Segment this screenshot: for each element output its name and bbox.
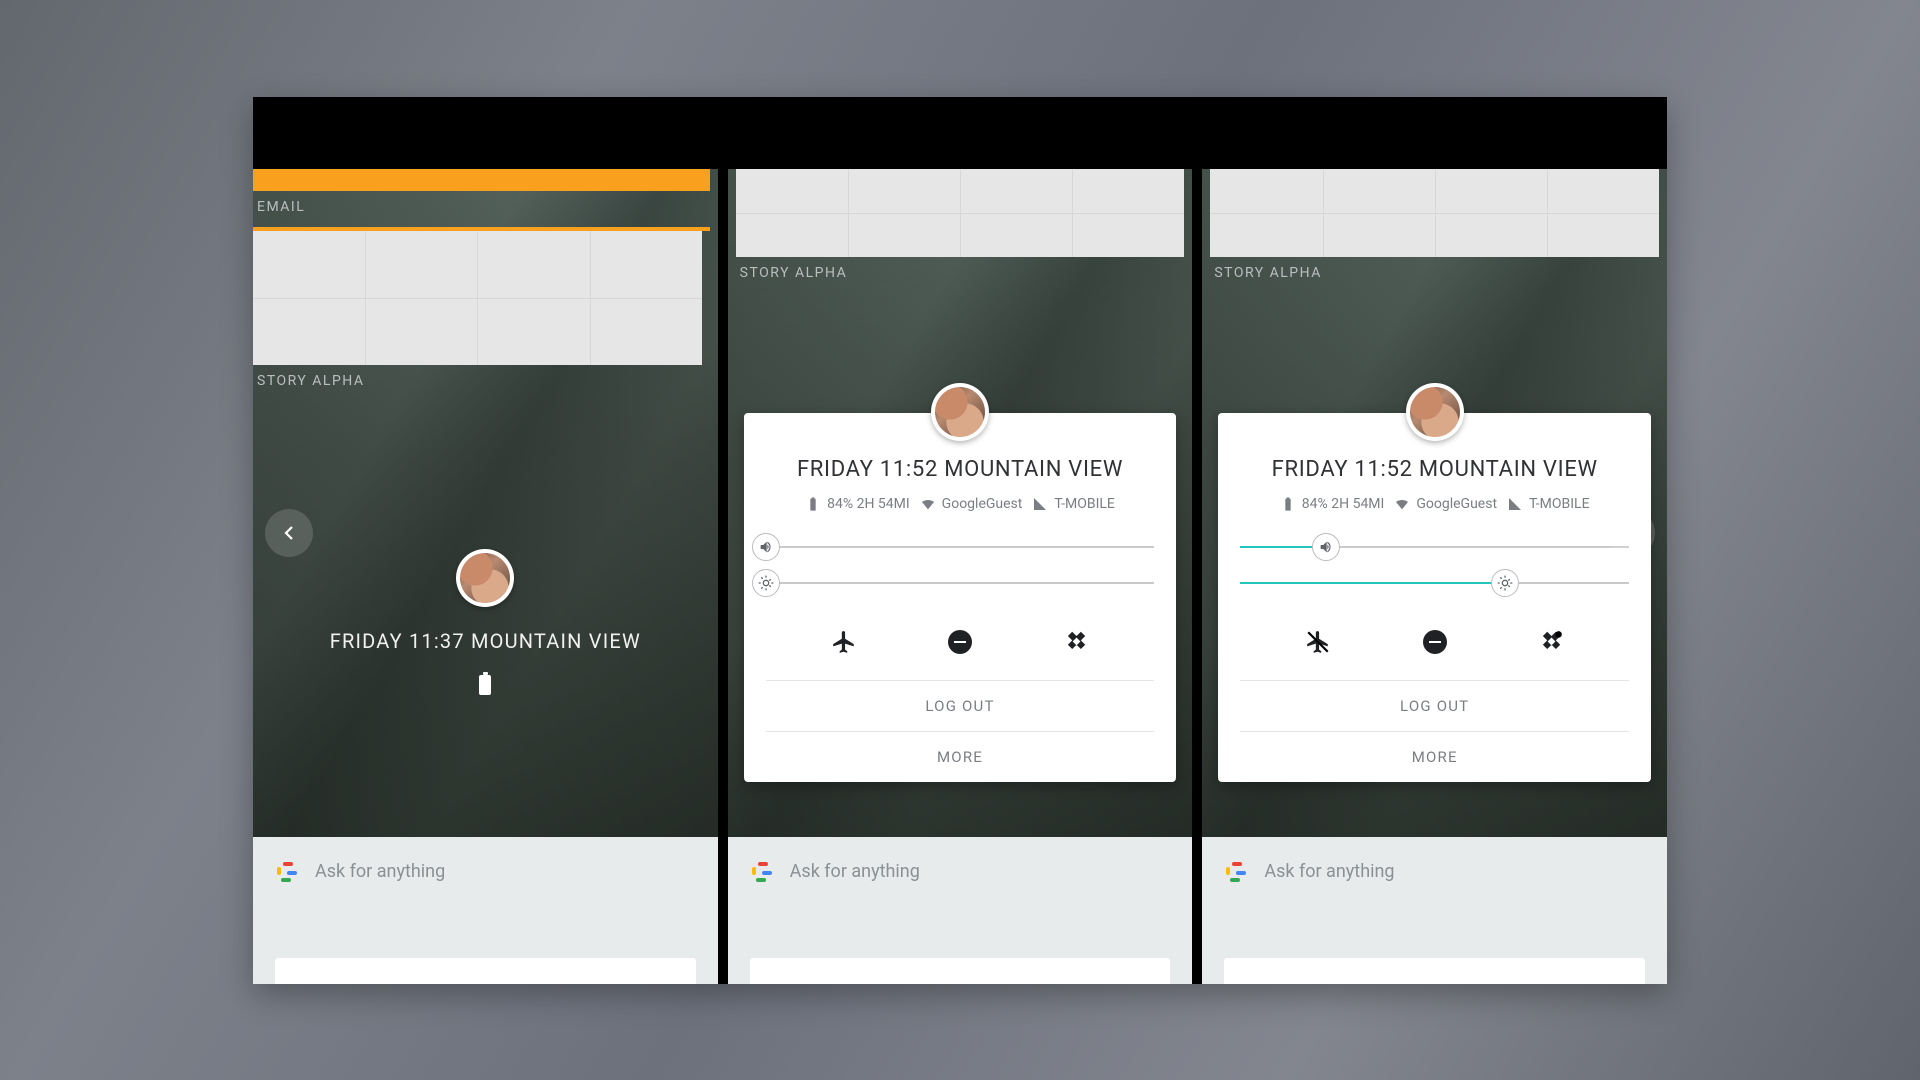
- avatar[interactable]: [456, 549, 514, 607]
- quick-settings-card: FRIDAY 11:52 MOUNTAIN VIEW 84% 2H 54MI G…: [1218, 413, 1651, 782]
- card-peek[interactable]: [750, 958, 1171, 984]
- datetime-location: FRIDAY 11:37 MOUNTAIN VIEW: [330, 629, 641, 653]
- more-button[interactable]: MORE: [1240, 731, 1629, 782]
- wifi-icon: [920, 496, 936, 512]
- volume-track: [1240, 546, 1629, 548]
- rotate-icon: [1063, 629, 1089, 655]
- rotate-lock-icon: [1538, 629, 1564, 655]
- search-footer: Ask for anything: [253, 837, 718, 984]
- brightness-track: [1240, 582, 1629, 584]
- battery-status[interactable]: 84% 2H 54MI: [1280, 496, 1385, 512]
- story-alpha-widget[interactable]: [736, 169, 1185, 257]
- volume-icon: [758, 539, 774, 555]
- panel-middle: STORY ALPHA FRIDAY 11:52 MOUNTAIN VIEW 8…: [728, 169, 1193, 984]
- email-widget-label: EMAIL: [253, 191, 718, 227]
- google-logo-icon: [750, 861, 772, 883]
- wifi-status[interactable]: GoogleGuest: [1394, 496, 1497, 512]
- search-bar[interactable]: Ask for anything: [1224, 861, 1645, 883]
- rotation-toggle[interactable]: [1056, 622, 1096, 662]
- brightness-icon: [758, 575, 774, 591]
- brightness-thumb[interactable]: [752, 569, 780, 597]
- center-status: FRIDAY 11:37 MOUNTAIN VIEW: [253, 549, 718, 695]
- quick-settings-card: FRIDAY 11:52 MOUNTAIN VIEW 84% 2H 54MI G…: [744, 413, 1177, 782]
- brightness-slider[interactable]: [1240, 568, 1629, 598]
- brightness-track: [766, 582, 1155, 584]
- mockup-board: EMAIL STORY ALPHA FRIDAY 11:37 MOUNTAIN …: [253, 97, 1667, 984]
- datetime-location: FRIDAY 11:52 MOUNTAIN VIEW: [766, 457, 1155, 482]
- google-logo-icon: [275, 861, 297, 883]
- google-logo-icon: [1224, 861, 1246, 883]
- panels-row: EMAIL STORY ALPHA FRIDAY 11:37 MOUNTAIN …: [253, 169, 1667, 984]
- volume-thumb[interactable]: [752, 533, 780, 561]
- search-placeholder: Ask for anything: [790, 861, 920, 882]
- email-widget-strip[interactable]: [253, 169, 710, 191]
- search-bar[interactable]: Ask for anything: [275, 861, 696, 883]
- airplane-off-icon: [1305, 629, 1331, 655]
- logout-button[interactable]: LOG OUT: [766, 680, 1155, 731]
- logout-button[interactable]: LOG OUT: [1240, 680, 1629, 731]
- dnd-toggle[interactable]: [1415, 622, 1455, 662]
- status-row: 84% 2H 54MI GoogleGuest T-MOBILE: [766, 496, 1155, 512]
- volume-thumb[interactable]: [1312, 533, 1340, 561]
- volume-slider[interactable]: [766, 532, 1155, 562]
- chevron-left-icon: [277, 521, 301, 545]
- search-footer: Ask for anything: [1202, 837, 1667, 984]
- battery-icon: [805, 496, 821, 512]
- volume-track: [766, 546, 1155, 548]
- widget-area: STORY ALPHA: [728, 169, 1193, 293]
- story-alpha-widget-label: STORY ALPHA: [253, 365, 718, 401]
- next-arrow-button[interactable]: [1607, 509, 1655, 557]
- story-alpha-widget[interactable]: [253, 227, 710, 365]
- volume-icon: [1318, 539, 1334, 555]
- search-footer: Ask for anything: [728, 837, 1193, 984]
- dnd-icon: [948, 630, 972, 654]
- battery-icon: [479, 675, 491, 695]
- story-alpha-widget-label: STORY ALPHA: [728, 257, 1193, 293]
- more-button[interactable]: MORE: [766, 731, 1155, 782]
- top-black-bar: [253, 97, 1667, 169]
- brightness-slider[interactable]: [766, 568, 1155, 598]
- dnd-toggle[interactable]: [940, 622, 980, 662]
- avatar[interactable]: [931, 383, 989, 441]
- widget-area: STORY ALPHA: [1202, 169, 1667, 293]
- toggles-row: [1240, 604, 1629, 680]
- search-bar[interactable]: Ask for anything: [750, 861, 1171, 883]
- brightness-thumb[interactable]: [1491, 569, 1519, 597]
- airplane-mode-toggle[interactable]: [824, 622, 864, 662]
- search-placeholder: Ask for anything: [1264, 861, 1394, 882]
- cell-status[interactable]: T-MOBILE: [1032, 496, 1115, 512]
- datetime-location: FRIDAY 11:52 MOUNTAIN VIEW: [1240, 457, 1629, 482]
- battery-status[interactable]: 84% 2H 54MI: [805, 496, 910, 512]
- panel-left: EMAIL STORY ALPHA FRIDAY 11:37 MOUNTAIN …: [253, 169, 718, 984]
- panel-right: STORY ALPHA FRIDAY 11:52 MOUNTAIN VIEW 8…: [1202, 169, 1667, 984]
- search-placeholder: Ask for anything: [315, 861, 445, 882]
- volume-slider[interactable]: [1240, 532, 1629, 562]
- story-alpha-widget-label: STORY ALPHA: [1202, 257, 1667, 293]
- signal-icon: [1507, 496, 1523, 512]
- prev-arrow-button[interactable]: [265, 509, 313, 557]
- battery-icon: [1280, 496, 1296, 512]
- avatar[interactable]: [1406, 383, 1464, 441]
- toggles-row: [766, 604, 1155, 680]
- airplane-mode-toggle[interactable]: [1298, 622, 1338, 662]
- widget-area: EMAIL STORY ALPHA: [253, 169, 718, 401]
- rotation-toggle[interactable]: [1531, 622, 1571, 662]
- wifi-icon: [1394, 496, 1410, 512]
- airplane-icon: [831, 629, 857, 655]
- chevron-right-icon: [1619, 521, 1643, 545]
- brightness-icon: [1497, 575, 1513, 591]
- story-alpha-widget[interactable]: [1210, 169, 1659, 257]
- status-row: 84% 2H 54MI GoogleGuest T-MOBILE: [1240, 496, 1629, 512]
- card-peek[interactable]: [275, 958, 696, 984]
- dnd-icon: [1423, 630, 1447, 654]
- signal-icon: [1032, 496, 1048, 512]
- wifi-status[interactable]: GoogleGuest: [920, 496, 1023, 512]
- card-peek[interactable]: [1224, 958, 1645, 984]
- cell-status[interactable]: T-MOBILE: [1507, 496, 1590, 512]
